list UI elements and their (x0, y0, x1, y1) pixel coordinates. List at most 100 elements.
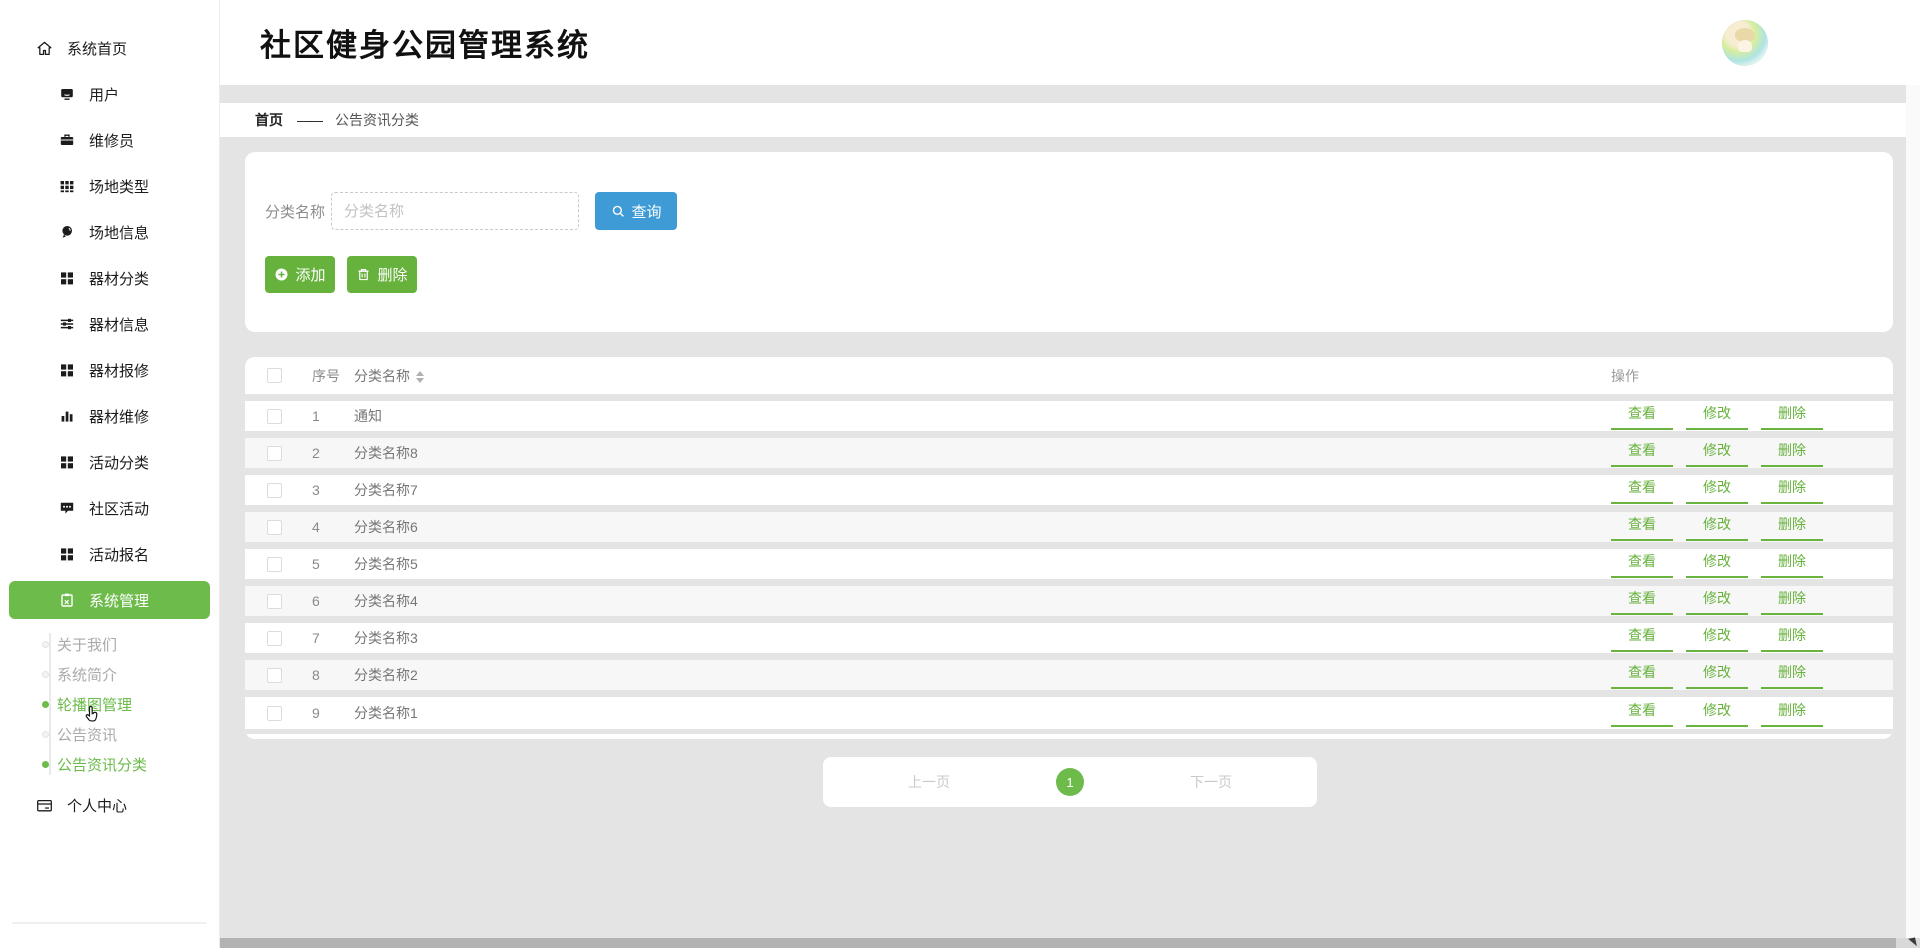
submenu-item-about-us[interactable]: 关于我们 (0, 629, 219, 659)
grid-3x3-icon (58, 178, 75, 195)
select-all-checkbox[interactable] (267, 368, 282, 383)
edit-button[interactable]: 修改 (1686, 662, 1748, 689)
edit-button[interactable]: 修改 (1686, 403, 1748, 430)
edit-button[interactable]: 修改 (1686, 700, 1748, 727)
delete-row-button[interactable]: 删除 (1761, 625, 1823, 652)
row-checkbox[interactable] (267, 630, 282, 646)
sidebar-item-equipment-category[interactable]: 器材分类 (0, 255, 219, 301)
user-avatar[interactable] (1722, 19, 1768, 66)
sort-icon[interactable] (416, 370, 424, 383)
view-button[interactable]: 查看 (1611, 662, 1673, 689)
sidebar-item-activity-registration[interactable]: 活动报名 (0, 531, 219, 577)
prev-page-button[interactable]: 上一页 (908, 772, 950, 792)
sidebar-item-personal-center[interactable]: 个人中心 (0, 785, 219, 825)
app-window: 系统首页 用户 维修员 场地类型 场地信息 器材分类 器材信息 器材报修 器材维… (0, 0, 1920, 948)
table-row: 2 分类名称8 查看 修改 删除 (245, 438, 1893, 475)
delete-row-button[interactable]: 删除 (1761, 662, 1823, 689)
sidebar-item-community-activity[interactable]: 社区活动 (0, 485, 219, 531)
sidebar-item-label: 场地信息 (89, 224, 150, 242)
view-button[interactable]: 查看 (1611, 625, 1673, 652)
view-button[interactable]: 查看 (1611, 477, 1673, 504)
edit-button[interactable]: 修改 (1686, 514, 1748, 541)
submenu-item-system-intro[interactable]: 系统简介 (0, 659, 219, 689)
row-index: 9 (312, 705, 320, 721)
submenu-item-label: 关于我们 (57, 636, 118, 654)
horizontal-scrollbar[interactable] (220, 937, 1920, 948)
sidebar-item-home[interactable]: 系统首页 (0, 25, 219, 71)
view-button[interactable]: 查看 (1611, 588, 1673, 615)
submenu-item-announcement-category[interactable]: 公告资讯分类 (0, 749, 219, 779)
submenu-item-announcement[interactable]: 公告资讯 (0, 719, 219, 749)
grid-2x2-icon (58, 454, 75, 471)
breadcrumb-home-link[interactable]: 首页 (255, 110, 283, 130)
bullet-icon (42, 760, 49, 768)
submenu-item-label: 公告资讯分类 (57, 756, 148, 774)
delete-row-button[interactable]: 删除 (1761, 477, 1823, 504)
add-button[interactable]: 添加 (265, 256, 335, 293)
column-header-name: 分类名称 (354, 366, 1611, 386)
grid-2x2-icon (58, 270, 75, 287)
view-button[interactable]: 查看 (1611, 700, 1673, 727)
row-checkbox[interactable] (267, 408, 282, 424)
view-button[interactable]: 查看 (1611, 551, 1673, 578)
bullet-icon (42, 730, 49, 738)
sidebar-item-equipment-info[interactable]: 器材信息 (0, 301, 219, 347)
row-checkbox[interactable] (267, 705, 282, 721)
row-checkbox[interactable] (267, 556, 282, 572)
column-header-index: 序号 (312, 367, 340, 384)
submenu-item-label: 轮播图管理 (57, 696, 133, 714)
header-bar: 社区健身公园管理系统 (220, 0, 1920, 85)
row-index: 8 (312, 667, 320, 683)
row-index: 6 (312, 593, 320, 609)
row-category-name: 分类名称3 (354, 630, 418, 646)
current-page-badge[interactable]: 1 (1056, 768, 1084, 796)
delete-button[interactable]: 删除 (347, 256, 417, 293)
delete-row-button[interactable]: 删除 (1761, 551, 1823, 578)
row-checkbox[interactable] (267, 445, 282, 461)
category-name-input[interactable] (331, 192, 580, 230)
view-button[interactable]: 查看 (1611, 514, 1673, 541)
view-button[interactable]: 查看 (1611, 403, 1673, 430)
briefcase-icon (58, 132, 75, 149)
edit-button[interactable]: 修改 (1686, 625, 1748, 652)
delete-row-button[interactable]: 删除 (1761, 440, 1823, 467)
sidebar-item-system-management[interactable]: 系统管理 (9, 581, 210, 619)
sidebar-item-label: 活动报名 (89, 546, 150, 564)
row-category-name: 分类名称1 (354, 705, 418, 721)
chat-bubble-icon (58, 500, 75, 517)
row-category-name: 分类名称5 (354, 556, 418, 572)
query-button[interactable]: 查询 (595, 192, 678, 230)
delete-row-button[interactable]: 删除 (1761, 514, 1823, 541)
row-checkbox[interactable] (267, 667, 282, 683)
sidebar-item-users[interactable]: 用户 (0, 71, 219, 117)
submenu-item-label: 系统简介 (57, 666, 118, 684)
vertical-scrollbar[interactable] (1906, 85, 1920, 938)
sidebar-item-label: 维修员 (89, 132, 135, 150)
sidebar-item-equipment-maintenance[interactable]: 器材维修 (0, 393, 219, 439)
next-page-button[interactable]: 下一页 (1190, 772, 1232, 792)
sidebar-item-venue-type[interactable]: 场地类型 (0, 163, 219, 209)
sidebar-item-maintenance-staff[interactable]: 维修员 (0, 117, 219, 163)
delete-row-button[interactable]: 删除 (1761, 403, 1823, 430)
view-button[interactable]: 查看 (1611, 440, 1673, 467)
scrollbar-corner (1896, 937, 1920, 948)
edit-button[interactable]: 修改 (1686, 440, 1748, 467)
sidebar-item-activity-category[interactable]: 活动分类 (0, 439, 219, 485)
sidebar-item-label: 场地类型 (89, 178, 150, 196)
row-checkbox[interactable] (267, 519, 282, 535)
submenu-item-carousel-management[interactable]: 轮播图管理 (0, 689, 219, 719)
category-table: 序号 分类名称 操作 1 通知 查看 修改 删除 2 分类名称8 查看 修改 删… (245, 357, 1893, 739)
table-row: 8 分类名称2 查看 修改 删除 (245, 660, 1893, 697)
delete-row-button[interactable]: 删除 (1761, 588, 1823, 615)
row-checkbox[interactable] (267, 482, 282, 498)
table-row: 4 分类名称6 查看 修改 删除 (245, 512, 1893, 549)
sidebar-item-equipment-repair-report[interactable]: 器材报修 (0, 347, 219, 393)
table-header-row: 序号 分类名称 操作 (245, 357, 1893, 401)
edit-button[interactable]: 修改 (1686, 551, 1748, 578)
row-checkbox[interactable] (267, 593, 282, 609)
delete-row-button[interactable]: 删除 (1761, 700, 1823, 727)
edit-button[interactable]: 修改 (1686, 477, 1748, 504)
edit-button[interactable]: 修改 (1686, 588, 1748, 615)
sidebar-item-venue-info[interactable]: 场地信息 (0, 209, 219, 255)
sidebar: 系统首页 用户 维修员 场地类型 场地信息 器材分类 器材信息 器材报修 器材维… (0, 0, 220, 948)
